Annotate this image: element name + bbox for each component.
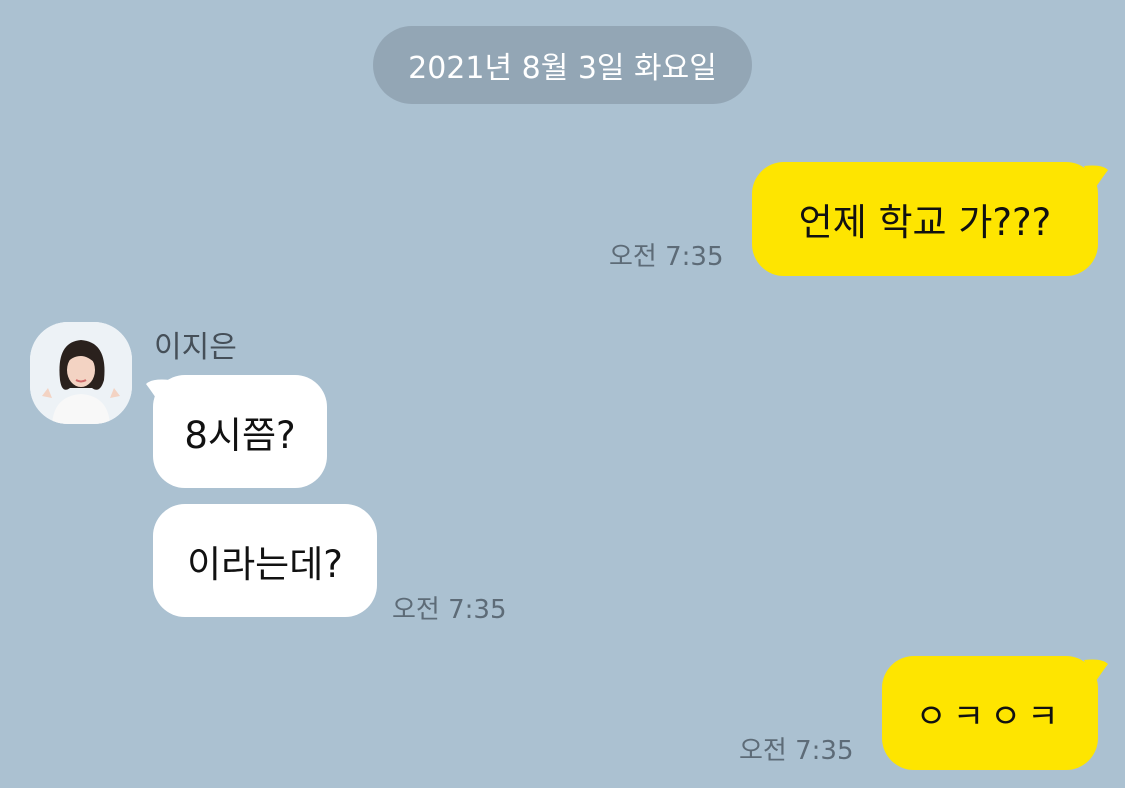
bubble-tail [1084, 659, 1108, 684]
bubble-tail [1084, 165, 1108, 190]
message-timestamp: 오전 7:35 [739, 736, 854, 766]
message-text: 이라는데? [187, 542, 343, 586]
sender-name: 이지은 [154, 330, 237, 365]
profile-photo-icon [30, 322, 132, 424]
message-bubble-outgoing[interactable]: 언제 학교 가??? [752, 162, 1098, 276]
avatar[interactable] [30, 322, 132, 424]
message-timestamp: 오전 7:35 [609, 242, 724, 272]
message-timestamp: 오전 7:35 [392, 595, 507, 625]
message-text: 8시쯤? [184, 413, 296, 457]
message-bubble-incoming[interactable]: 8시쯤? [153, 375, 327, 488]
date-divider-label: 2021년 8월 3일 화요일 [408, 51, 717, 86]
message-bubble-outgoing[interactable]: ㅇㅋㅇㅋ [882, 656, 1098, 770]
message-text: 언제 학교 가??? [798, 201, 1052, 244]
date-divider: 2021년 8월 3일 화요일 [373, 26, 752, 104]
message-text: ㅇㅋㅇㅋ [915, 696, 1065, 737]
message-bubble-incoming[interactable]: 이라는데? [153, 504, 377, 617]
